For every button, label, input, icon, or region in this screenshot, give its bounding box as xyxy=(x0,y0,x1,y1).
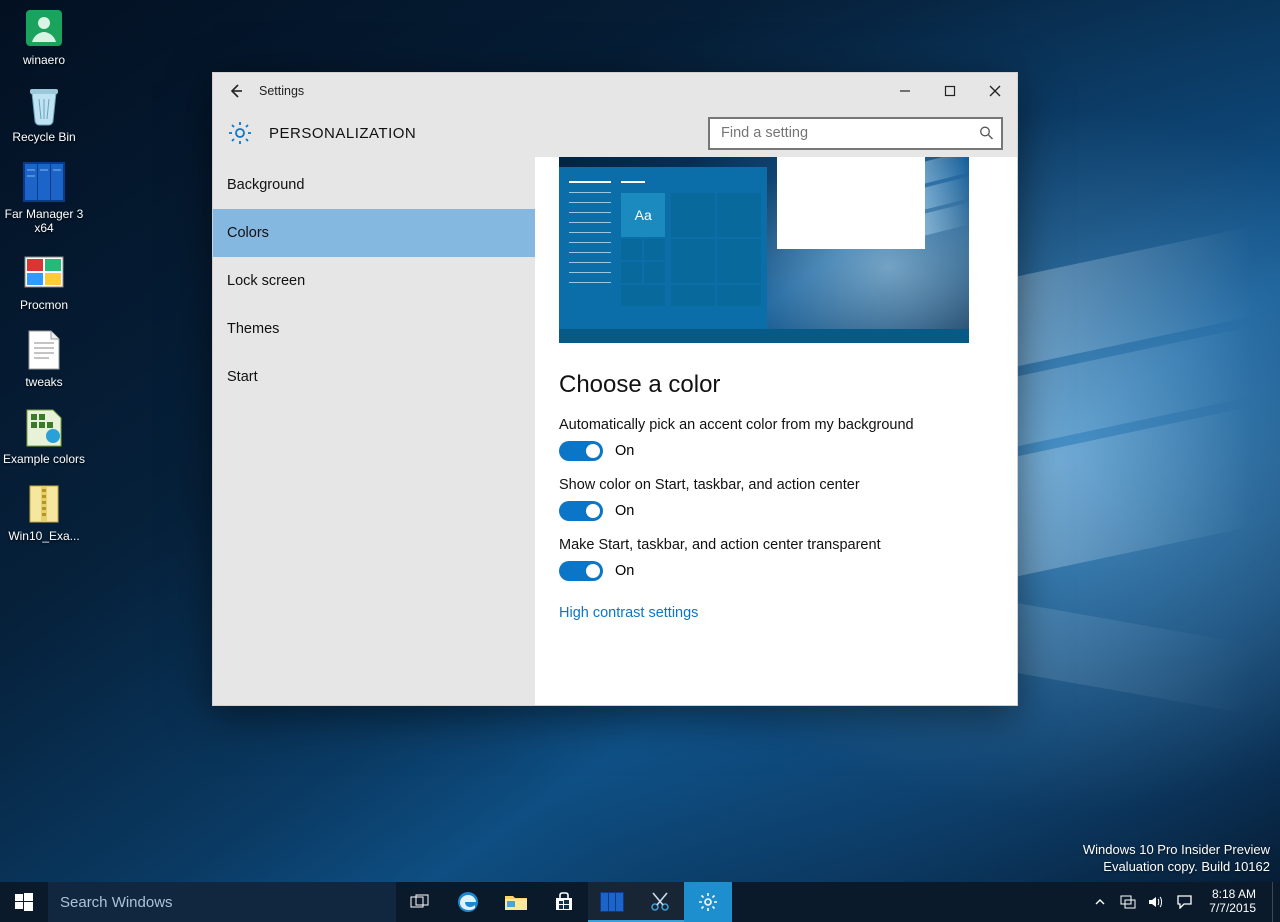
sidebar-item-colors[interactable]: Colors xyxy=(213,209,535,257)
gear-icon xyxy=(227,120,253,146)
tray-time: 8:18 AM xyxy=(1209,888,1256,902)
tray-date: 7/7/2015 xyxy=(1209,902,1256,916)
desktop-icon-far-manager[interactable]: Far Manager 3 x64 xyxy=(2,160,86,235)
tray-overflow-button[interactable] xyxy=(1091,882,1109,922)
procmon-icon xyxy=(22,251,66,295)
desktop-icon-recycle-bin[interactable]: Recycle Bin xyxy=(2,83,86,144)
desktop-icon-label: Example colors xyxy=(3,452,85,466)
minimize-button[interactable] xyxy=(882,73,927,109)
panels-icon xyxy=(22,160,66,204)
sidebar-item-lock-screen[interactable]: Lock screen xyxy=(213,257,535,305)
task-edge[interactable] xyxy=(444,882,492,922)
content-pane: Aa Choose a color Automatica xyxy=(535,157,1017,705)
option-label: Make Start, taskbar, and action center t… xyxy=(559,537,1017,553)
window-title: Settings xyxy=(259,84,304,98)
task-view-button[interactable] xyxy=(396,882,444,922)
header-search xyxy=(708,117,1003,150)
maximize-button[interactable] xyxy=(927,73,972,109)
desktop-icon-winaero[interactable]: winaero xyxy=(2,6,86,67)
option-label: Show color on Start, taskbar, and action… xyxy=(559,477,1017,493)
task-store[interactable] xyxy=(540,882,588,922)
maximize-icon xyxy=(944,85,956,97)
sidebar-item-start[interactable]: Start xyxy=(213,353,535,401)
close-button[interactable] xyxy=(972,73,1017,109)
search-icon xyxy=(979,126,994,141)
desktop-icon-label: Far Manager 3 x64 xyxy=(2,207,86,235)
preview-accent-tile: Aa xyxy=(621,193,665,237)
tray-volume-button[interactable] xyxy=(1147,882,1165,922)
windows-logo-icon xyxy=(15,893,33,911)
recycle-bin-icon xyxy=(22,83,66,127)
action-center-icon xyxy=(1177,895,1192,909)
pane-heading: Choose a color xyxy=(559,371,1017,399)
arrow-left-icon xyxy=(227,82,245,100)
toggle-auto-accent[interactable] xyxy=(559,441,603,461)
desktop-icon-label: winaero xyxy=(23,53,65,67)
start-button[interactable] xyxy=(0,882,48,922)
preview-image: Aa xyxy=(559,157,969,343)
tray-network-button[interactable] xyxy=(1119,882,1137,922)
category-title: PERSONALIZATION xyxy=(269,125,416,142)
desktop-watermark: Windows 10 Pro Insider Preview Evaluatio… xyxy=(1083,841,1270,876)
task-snipping-tool[interactable] xyxy=(636,882,684,922)
gear-icon xyxy=(698,892,718,912)
task-view-icon xyxy=(410,894,430,910)
show-desktop-button[interactable] xyxy=(1272,882,1278,922)
high-contrast-link[interactable]: High contrast settings xyxy=(559,605,698,621)
task-far-manager[interactable] xyxy=(588,882,636,922)
desktop-icon-label: Recycle Bin xyxy=(12,130,75,144)
sidebar-item-background[interactable]: Background xyxy=(213,161,535,209)
desktop-icon-procmon[interactable]: Procmon xyxy=(2,251,86,312)
tray-clock[interactable]: 8:18 AM 7/7/2015 xyxy=(1203,888,1262,916)
toggle-transparent[interactable] xyxy=(559,561,603,581)
reg-file-icon xyxy=(22,405,66,449)
toggle-show-color[interactable] xyxy=(559,501,603,521)
task-settings[interactable] xyxy=(684,882,732,922)
text-file-icon xyxy=(22,328,66,372)
panels-icon xyxy=(600,892,624,912)
taskbar: Search Windows 8:18 AM 7/7/2015 xyxy=(0,882,1280,922)
volume-icon xyxy=(1148,895,1164,909)
desktop-icon-tweaks[interactable]: tweaks xyxy=(2,328,86,389)
task-file-explorer[interactable] xyxy=(492,882,540,922)
sidebar: Background Colors Lock screen Themes Sta… xyxy=(213,157,535,705)
edge-icon xyxy=(456,890,480,914)
taskbar-search-placeholder: Search Windows xyxy=(60,894,173,911)
person-icon xyxy=(22,6,66,50)
desktop-icon-example-colors[interactable]: Example colors xyxy=(2,405,86,466)
sidebar-item-themes[interactable]: Themes xyxy=(213,305,535,353)
toggle-state: On xyxy=(615,443,634,459)
desktop-icon-label: tweaks xyxy=(25,375,62,389)
search-input[interactable] xyxy=(708,117,1003,150)
titlebar[interactable]: Settings xyxy=(213,73,1017,109)
desktop-icon-win10-example[interactable]: Win10_Exa... xyxy=(2,482,86,543)
option-label: Automatically pick an accent color from … xyxy=(559,417,1017,433)
tray-action-center-button[interactable] xyxy=(1175,882,1193,922)
folder-icon xyxy=(504,892,528,912)
system-tray: 8:18 AM 7/7/2015 xyxy=(1091,882,1280,922)
zip-file-icon xyxy=(22,482,66,526)
minimize-icon xyxy=(899,85,911,97)
network-icon xyxy=(1120,895,1136,909)
chevron-up-icon xyxy=(1094,896,1106,908)
desktop-icon-label: Win10_Exa... xyxy=(8,529,79,543)
option-show-color: Show color on Start, taskbar, and action… xyxy=(559,477,1017,521)
back-button[interactable] xyxy=(213,73,259,109)
toggle-state: On xyxy=(615,503,634,519)
desktop-icon-label: Procmon xyxy=(20,298,68,312)
settings-window: Settings PERSONALIZATION Background Colo… xyxy=(212,72,1018,706)
store-icon xyxy=(553,891,575,913)
window-header: PERSONALIZATION xyxy=(213,109,1017,157)
taskbar-search[interactable]: Search Windows xyxy=(48,882,396,922)
option-transparent: Make Start, taskbar, and action center t… xyxy=(559,537,1017,581)
scissors-icon xyxy=(649,891,671,913)
close-icon xyxy=(989,85,1001,97)
toggle-state: On xyxy=(615,563,634,579)
option-auto-accent: Automatically pick an accent color from … xyxy=(559,417,1017,461)
